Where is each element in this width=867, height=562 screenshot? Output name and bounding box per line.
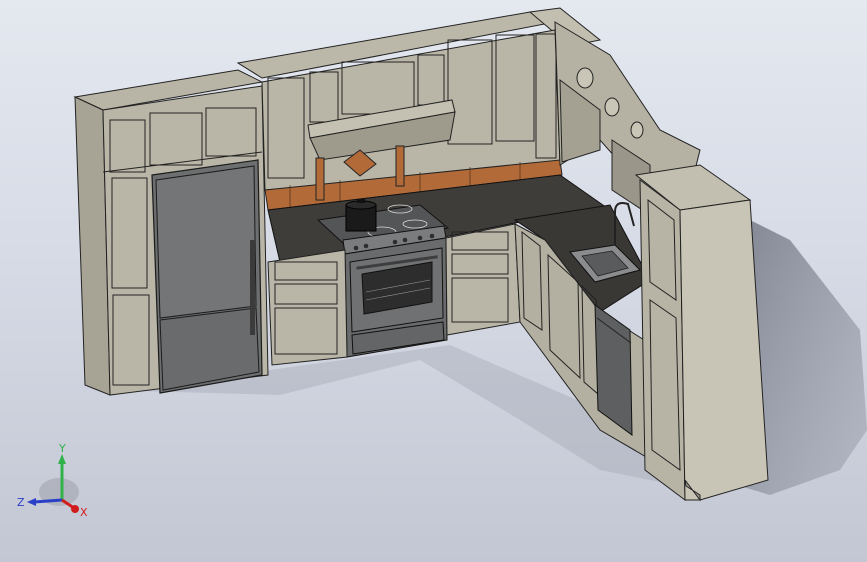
triad-x-arrow-icon <box>71 505 79 513</box>
triad-x-label: X <box>80 506 88 519</box>
cooking-pot <box>345 199 377 232</box>
triad-z-label: Z <box>17 496 25 509</box>
kitchen-cabinet-model[interactable] <box>0 0 867 562</box>
triad-y-label: Y <box>58 442 66 455</box>
triad-y-arrow-icon <box>58 454 66 464</box>
refrigerator-handle[interactable] <box>250 240 255 335</box>
pantry-cabinet-front[interactable] <box>639 178 686 502</box>
coordinate-triad: Y Z X <box>17 442 88 519</box>
triad-z-axis <box>33 498 63 504</box>
triad-z-arrow-icon <box>27 498 36 506</box>
cad-viewport[interactable]: Y Z X <box>0 0 867 562</box>
refrigerator-top-door[interactable] <box>155 165 257 319</box>
lower-cabinets-mid <box>445 223 521 336</box>
